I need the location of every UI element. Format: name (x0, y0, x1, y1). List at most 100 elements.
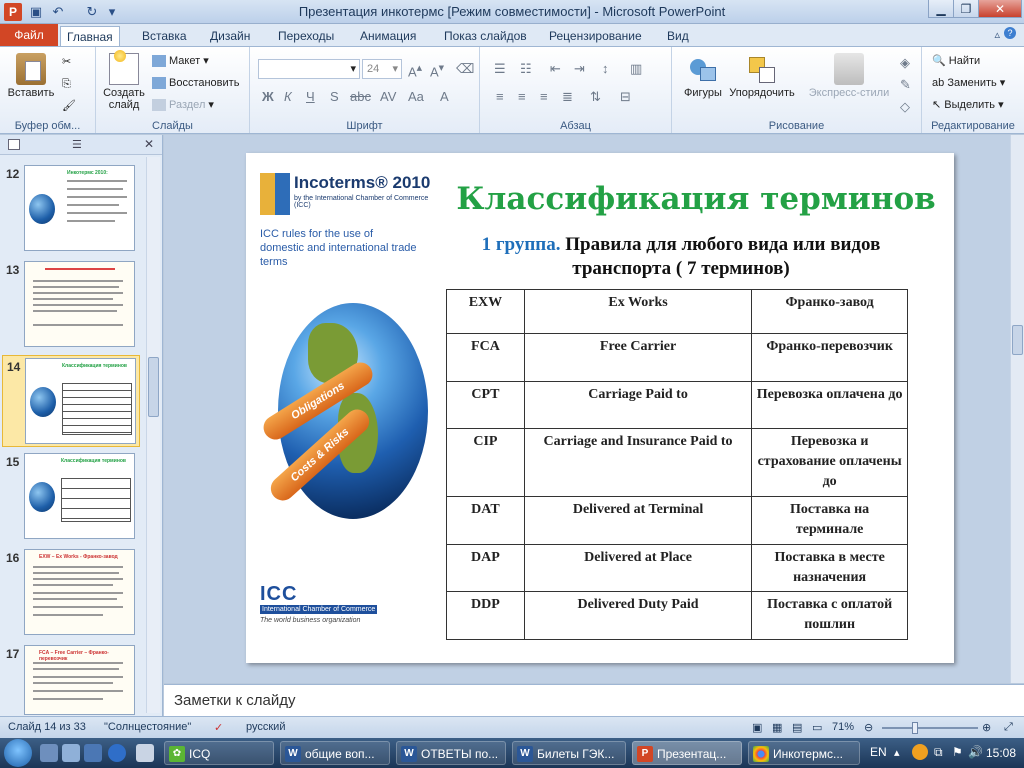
fit-to-window-icon[interactable]: ⤢ (1004, 721, 1013, 734)
slide-subtitle[interactable]: 1 группа. Правила для любого вида или ви… (446, 233, 916, 281)
line-spacing-icon[interactable]: ↕ (602, 61, 609, 76)
shape-effects-icon[interactable]: ◇ (900, 99, 910, 115)
thumbnail-slide-13[interactable]: 13 (2, 259, 140, 351)
quick-styles-button[interactable]: Экспресс-стили (804, 53, 894, 99)
outline-tab-icon[interactable]: ☰ (72, 138, 82, 151)
taskbar-item-icq[interactable]: ✿ ICQ (164, 741, 274, 765)
zoom-in-icon[interactable]: ⊕ (982, 721, 991, 734)
tab-view[interactable]: Вид (661, 26, 695, 46)
thumbnail-slide-12[interactable]: 12 Инкотермс 2010: (2, 163, 140, 255)
zoom-slider[interactable] (882, 727, 978, 729)
font-size-combo[interactable]: 24 ▾ (362, 59, 402, 79)
tray-app-icon[interactable] (912, 744, 928, 760)
minimize-ribbon-icon[interactable]: ▵ (994, 28, 1000, 41)
explorer-icon[interactable] (62, 744, 80, 762)
tab-insert[interactable]: Вставка (136, 26, 193, 46)
font-color-icon[interactable]: A (440, 89, 449, 104)
main-scroll-thumb[interactable] (1012, 325, 1023, 355)
language-indicator[interactable]: русский (246, 721, 285, 733)
text-direction-icon[interactable]: ⇅ (590, 89, 601, 105)
slide-canvas[interactable]: Incoterms® 2010 by the International Cha… (246, 153, 954, 663)
tray-network-icon[interactable]: ⧉ (934, 745, 943, 760)
thumbnail-slide-16[interactable]: 16 EXW – Ex Works - Франко-завод (2, 547, 140, 639)
zoom-level[interactable]: 71% (832, 721, 854, 733)
arrange-button[interactable]: Упорядочить (724, 53, 800, 99)
select-button[interactable]: ↖ Выделить ▾ (932, 96, 1004, 114)
main-scrollbar[interactable] (1010, 135, 1024, 683)
thumbnail-slide-15[interactable]: 15 Классификация терминов (2, 451, 140, 543)
bold-icon[interactable]: Ж (262, 89, 274, 104)
close-panel-icon[interactable]: ✕ (144, 137, 154, 151)
bullets-icon[interactable]: ☰ (494, 61, 506, 77)
align-center-icon[interactable]: ≡ (518, 89, 526, 104)
switch-windows-icon[interactable] (84, 744, 102, 762)
new-slide-button[interactable]: Создать слайд (102, 50, 146, 111)
tray-volume-icon[interactable]: 🔊 (968, 745, 983, 759)
align-right-icon[interactable]: ≡ (540, 89, 548, 104)
input-language[interactable]: EN (870, 745, 887, 759)
close-button[interactable]: ✕ (978, 0, 1022, 18)
format-painter-icon[interactable]: 🖌 (62, 97, 76, 115)
section-button[interactable]: Раздел ▾ (152, 96, 214, 114)
reset-button[interactable]: Восстановить (152, 74, 239, 92)
align-text-icon[interactable]: ⊟ (620, 89, 631, 105)
quicklaunch-icon[interactable] (136, 744, 154, 762)
underline-icon[interactable]: Ч (306, 89, 315, 104)
slide-sorter-icon[interactable]: ▦ (772, 721, 782, 734)
tray-flag-icon[interactable]: ⚑ (952, 745, 963, 759)
shape-outline-icon[interactable]: ✎ (900, 77, 911, 93)
tab-review[interactable]: Рецензирование (543, 26, 648, 46)
slides-panel-scrollbar[interactable] (146, 157, 160, 713)
align-left-icon[interactable]: ≡ (496, 89, 504, 104)
zoom-slider-thumb[interactable] (912, 722, 918, 734)
taskbar-item-chrome[interactable]: Инкотермс... (748, 741, 860, 765)
taskbar-item-powerpoint[interactable]: P Презентац... (632, 741, 742, 765)
restore-button[interactable]: ❐ (953, 0, 979, 18)
shapes-button[interactable]: Фигуры (678, 53, 728, 99)
shadow-icon[interactable]: S (330, 89, 339, 104)
slides-tab-icon[interactable] (8, 139, 20, 150)
slide-title[interactable]: Классификация терминов (446, 181, 946, 217)
notes-pane[interactable]: Заметки к слайду (164, 684, 1024, 716)
numbering-icon[interactable]: ☷ (520, 61, 532, 77)
terms-table[interactable]: EXW Ex Works Франко-завод FCA Free Carri… (446, 289, 908, 640)
taskbar-item-word3[interactable]: W Билеты ГЭК... (512, 741, 626, 765)
justify-icon[interactable]: ≣ (562, 89, 573, 105)
shape-fill-icon[interactable]: ◈ (900, 55, 910, 71)
increase-indent-icon[interactable]: ⇥ (574, 61, 585, 77)
clear-format-icon[interactable]: ⌫ (456, 61, 474, 77)
cut-icon[interactable]: ✂ (62, 53, 71, 71)
clock[interactable]: 15:08 (986, 746, 1016, 760)
italic-icon[interactable]: К (284, 89, 292, 104)
strikethrough-icon[interactable]: abc (350, 89, 371, 104)
zoom-out-icon[interactable]: ⊖ (864, 721, 873, 734)
tab-slideshow[interactable]: Показ слайдов (438, 26, 533, 46)
taskbar-item-word1[interactable]: Wобщие воп... (280, 741, 390, 765)
decrease-indent-icon[interactable]: ⇤ (550, 61, 561, 77)
spacing-icon[interactable]: AV (380, 89, 396, 104)
layout-button[interactable]: Макет ▾ (152, 52, 209, 70)
taskbar-item-word2[interactable]: W ОТВЕТЫ по... (396, 741, 506, 765)
minimize-button[interactable]: ▁ (928, 0, 954, 18)
font-name-combo[interactable]: ▾ (258, 59, 360, 79)
shrink-font-icon[interactable]: A▾ (430, 61, 444, 79)
help-icon[interactable]: ? (1004, 27, 1016, 39)
columns-icon[interactable]: ▥ (630, 61, 642, 77)
tab-design[interactable]: Дизайн (204, 26, 256, 46)
tab-home[interactable]: Главная (60, 26, 120, 46)
tab-animation[interactable]: Анимация (354, 26, 422, 46)
tray-arrow-icon[interactable]: ▴ (894, 746, 900, 759)
change-case-icon[interactable]: Aa (408, 89, 424, 104)
normal-view-icon[interactable]: ▣ (752, 721, 762, 734)
reading-view-icon[interactable]: ▤ (792, 721, 802, 734)
internet-explorer-icon[interactable] (108, 744, 126, 762)
replace-button[interactable]: ab Заменить ▾ (932, 74, 1005, 92)
grow-font-icon[interactable]: A▴ (408, 61, 422, 79)
paste-button[interactable]: Вставить (6, 53, 56, 99)
tab-file[interactable]: Файл (0, 24, 58, 46)
show-desktop-icon[interactable] (40, 744, 58, 762)
start-button[interactable] (4, 739, 32, 767)
scroll-thumb[interactable] (148, 357, 159, 417)
tab-transitions[interactable]: Переходы (272, 26, 340, 46)
copy-icon[interactable]: ⎘ (62, 75, 71, 93)
